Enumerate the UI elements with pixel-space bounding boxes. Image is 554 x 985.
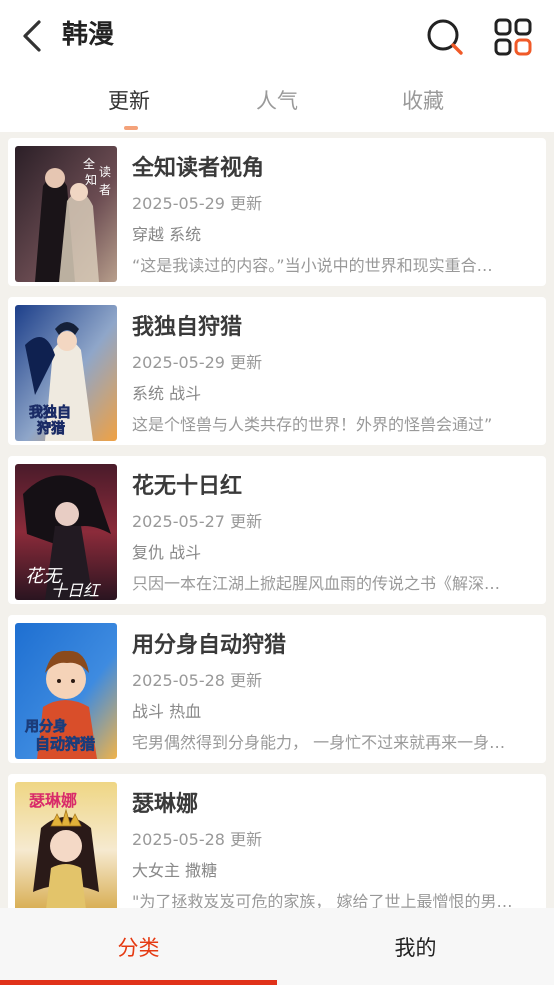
- search-button[interactable]: [424, 16, 466, 58]
- nav-mine[interactable]: 我的: [277, 908, 554, 985]
- svg-text:全: 全: [83, 156, 95, 171]
- comic-cover: 用分身 自动狩猎: [15, 623, 117, 759]
- svg-text:用分身: 用分身: [25, 718, 67, 735]
- comic-card[interactable]: 我独自 狩猎 我独自狩猎 2025-05-29 更新 系统 战斗 这是个怪兽与人…: [8, 297, 546, 445]
- tab-update[interactable]: 更新: [108, 86, 150, 116]
- svg-text:我独自: 我独自: [29, 404, 71, 421]
- comic-title: 全知读者视角: [132, 156, 265, 181]
- comic-tags: 系统 战斗: [132, 384, 202, 403]
- svg-text:十日红: 十日红: [51, 581, 101, 600]
- svg-text:狩猎: 狩猎: [37, 420, 65, 437]
- comic-cover: 花无 十日红: [15, 464, 117, 600]
- comic-card[interactable]: 瑟琳娜 瑟琳娜 2025-05-28 更新 大女主 撒糖 "为了拯救岌岌可危的家…: [8, 774, 546, 908]
- comic-title: 用分身自动狩猎: [132, 633, 287, 658]
- comic-update-date: 2025-05-29 更新: [132, 194, 263, 213]
- svg-text:者: 者: [99, 183, 111, 197]
- menu-grid-button[interactable]: [492, 16, 534, 58]
- comic-description: “这是我读过的内容。”当小说中的世界和现实重合…: [132, 256, 493, 275]
- app-header: 韩漫: [0, 0, 554, 72]
- chevron-left-icon: [23, 20, 41, 52]
- svg-text:知: 知: [85, 173, 97, 187]
- search-icon: [427, 19, 463, 55]
- comic-title: 我独自狩猎: [132, 315, 243, 340]
- comic-card[interactable]: 花无 十日红 花无十日红 2025-05-27 更新 复仇 战斗 只因一本在江湖…: [8, 456, 546, 604]
- comic-description: 这是个怪兽与人类共存的世界！外界的怪兽会通过”: [132, 415, 493, 434]
- comic-update-date: 2025-05-28 更新: [132, 671, 263, 690]
- comic-card[interactable]: 用分身 自动狩猎 用分身自动狩猎 2025-05-28 更新 战斗 热血 宅男偶…: [8, 615, 546, 763]
- comic-update-date: 2025-05-27 更新: [132, 512, 263, 531]
- svg-text:瑟琳娜: 瑟琳娜: [29, 791, 77, 810]
- grid-apps-icon: [494, 18, 532, 56]
- bottom-nav: 分类 我的: [0, 908, 554, 985]
- nav-category[interactable]: 分类: [0, 908, 277, 985]
- page-title: 韩漫: [62, 20, 115, 50]
- comic-cover: 我独自 狩猎: [15, 305, 117, 441]
- comic-tags: 大女主 撒糖: [132, 861, 218, 880]
- back-button[interactable]: [16, 18, 48, 54]
- comic-update-date: 2025-05-28 更新: [132, 830, 263, 849]
- comic-tags: 穿越 系统: [132, 225, 202, 244]
- tab-popular[interactable]: 人气: [256, 86, 298, 116]
- comic-description: "为了拯救岌岌可危的家族， 嫁给了世上最憎恨的男…: [132, 892, 513, 908]
- comic-description: 宅男偶然得到分身能力， 一身忙不过来就再来一身…: [132, 733, 506, 752]
- comic-title: 瑟琳娜: [132, 792, 199, 817]
- tab-favorites[interactable]: 收藏: [402, 86, 444, 116]
- comic-title: 花无十日红: [132, 474, 243, 499]
- tab-bar: 更新 人气 收藏: [0, 72, 554, 132]
- svg-text:自动狩猎: 自动狩猎: [35, 735, 95, 753]
- svg-text:读: 读: [99, 165, 111, 179]
- comic-tags: 复仇 战斗: [132, 543, 202, 562]
- active-tab-indicator: [124, 126, 138, 130]
- comic-description: 只因一本在江湖上掀起腥风血雨的传说之书《解深…: [132, 574, 501, 593]
- comic-card[interactable]: 全 知 读 者 全知读者视角 2025-05-29 更新 穿越 系统 “这是我读…: [8, 138, 546, 286]
- bottom-nav-indicator: [0, 980, 277, 985]
- comic-cover: 全 知 读 者: [15, 146, 117, 282]
- comic-update-date: 2025-05-29 更新: [132, 353, 263, 372]
- comic-cover: 瑟琳娜: [15, 782, 117, 908]
- comic-list[interactable]: 全 知 读 者 全知读者视角 2025-05-29 更新 穿越 系统 “这是我读…: [0, 132, 554, 908]
- comic-tags: 战斗 热血: [132, 702, 202, 721]
